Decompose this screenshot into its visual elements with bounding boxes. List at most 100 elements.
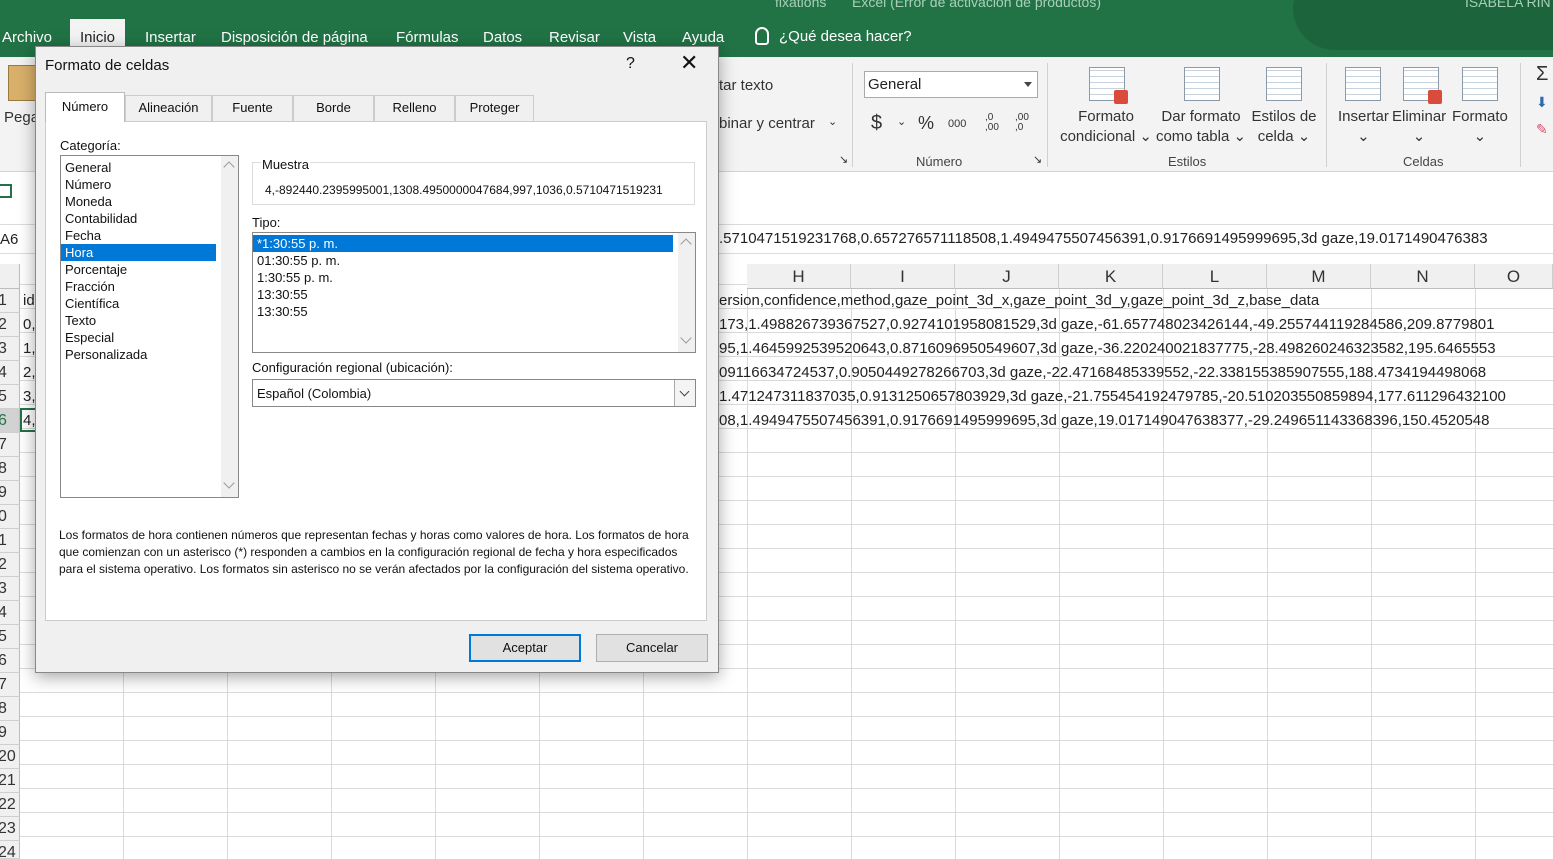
- row-header[interactable]: 20: [0, 745, 20, 769]
- type-item[interactable]: 13:30:55: [253, 303, 695, 320]
- paste-icon[interactable]: [8, 65, 38, 101]
- row-4-text[interactable]: 09116634724537,0.9050449278266703,3d gaz…: [719, 364, 1486, 381]
- row-header-selected[interactable]: 6: [0, 409, 20, 433]
- type-item[interactable]: 1:30:55 p. m.: [253, 269, 695, 286]
- eraser-icon[interactable]: ✎: [1536, 121, 1548, 138]
- list-item[interactable]: Moneda: [61, 193, 238, 210]
- row-header[interactable]: 1: [0, 529, 20, 553]
- close-icon[interactable]: ✕: [680, 52, 698, 74]
- chevron-down-icon[interactable]: [674, 380, 695, 406]
- list-item-selected[interactable]: Hora: [61, 244, 216, 261]
- type-item[interactable]: 01:30:55 p. m.: [253, 252, 695, 269]
- row-header[interactable]: 3: [0, 337, 20, 361]
- chevron-down-icon[interactable]: [223, 477, 235, 489]
- row-header[interactable]: 7: [0, 673, 20, 697]
- format-cells-icon[interactable]: [1462, 67, 1498, 101]
- tab-revisar[interactable]: Revisar: [549, 29, 600, 46]
- list-item[interactable]: Fracción: [61, 278, 238, 295]
- paste-label[interactable]: Pega: [4, 109, 39, 126]
- currency-button[interactable]: $: [871, 112, 882, 135]
- row-header[interactable]: 4: [0, 601, 20, 625]
- row-header[interactable]: 8: [0, 697, 20, 721]
- type-scrollbar[interactable]: [678, 233, 695, 352]
- cell-a1[interactable]: id: [23, 292, 35, 309]
- row-2-text[interactable]: 173,1.498826739367527,0.9274101958081529…: [719, 316, 1494, 333]
- thousands-button[interactable]: 000: [948, 118, 966, 130]
- tab-insertar[interactable]: Insertar: [145, 29, 196, 46]
- format-cells-button[interactable]: Formato ⌄: [1452, 107, 1508, 147]
- help-icon[interactable]: ?: [626, 55, 635, 73]
- row-header[interactable]: 1: [0, 289, 20, 313]
- fill-down-icon[interactable]: ⬇: [1536, 94, 1548, 111]
- column-header-h[interactable]: H: [747, 264, 851, 289]
- delete-cells-button[interactable]: Eliminar ⌄: [1392, 107, 1446, 147]
- type-list[interactable]: *1:30:55 p. m. 01:30:55 p. m. 1:30:55 p.…: [252, 232, 696, 353]
- tab-proteger[interactable]: Proteger: [455, 95, 534, 121]
- delete-cells-icon[interactable]: [1403, 67, 1442, 104]
- format-table-icon[interactable]: [1184, 67, 1220, 101]
- ok-button[interactable]: Aceptar: [469, 634, 581, 662]
- alignment-launcher-icon[interactable]: ↘: [839, 153, 848, 166]
- insert-cells-button[interactable]: Insertar ⌄: [1338, 107, 1389, 147]
- tab-vista[interactable]: Vista: [623, 29, 656, 46]
- cell-a4[interactable]: 2,: [23, 364, 36, 381]
- type-item-selected[interactable]: *1:30:55 p. m.: [253, 235, 673, 252]
- row-header[interactable]: 5: [0, 625, 20, 649]
- chevron-down-icon[interactable]: [680, 332, 692, 344]
- cell-styles-button[interactable]: Estilos de celda ⌄: [1250, 107, 1318, 147]
- row-header[interactable]: 8: [0, 457, 20, 481]
- list-item[interactable]: General: [61, 159, 238, 176]
- column-header-k[interactable]: K: [1059, 264, 1163, 289]
- insert-cells-icon[interactable]: [1345, 67, 1381, 101]
- number-format-select[interactable]: General: [864, 71, 1038, 98]
- row-header[interactable]: 2: [0, 553, 20, 577]
- column-header-o[interactable]: O: [1475, 264, 1553, 289]
- row-3-text[interactable]: 95,1.4645992539520643,0.8716096950549607…: [719, 340, 1496, 357]
- list-item[interactable]: Porcentaje: [61, 261, 238, 278]
- tab-formulas[interactable]: Fórmulas: [396, 29, 459, 46]
- list-item[interactable]: Personalizada: [61, 346, 238, 363]
- column-header-m[interactable]: M: [1267, 264, 1371, 289]
- column-header-l[interactable]: L: [1163, 264, 1267, 289]
- cell-a2[interactable]: 0,: [23, 316, 36, 333]
- tab-relleno[interactable]: Relleno: [374, 95, 455, 121]
- currency-dropdown-icon[interactable]: ⌄: [897, 115, 906, 128]
- row-5-text[interactable]: 1.471247311837035,0.9131250657803929,3d …: [719, 388, 1506, 405]
- tab-fuente[interactable]: Fuente: [212, 95, 293, 121]
- list-item[interactable]: Contabilidad: [61, 210, 238, 227]
- tell-me-box[interactable]: ¿Qué desea hacer?: [755, 27, 912, 45]
- tab-archivo[interactable]: Archivo: [2, 29, 52, 46]
- cancel-button[interactable]: Cancelar: [596, 634, 708, 662]
- row-header[interactable]: 5: [0, 385, 20, 409]
- row-header[interactable]: 3: [0, 577, 20, 601]
- decrease-decimal-button[interactable]: ,00 ,0: [1015, 113, 1035, 133]
- list-item[interactable]: Científica: [61, 295, 238, 312]
- merge-dropdown-icon[interactable]: ⌄: [828, 115, 837, 128]
- row-header[interactable]: 7: [0, 433, 20, 457]
- category-scrollbar[interactable]: [221, 156, 238, 497]
- number-launcher-icon[interactable]: ↘: [1033, 153, 1042, 166]
- column-header-i[interactable]: I: [851, 264, 955, 289]
- row-header[interactable]: 6: [0, 649, 20, 673]
- wrap-text-button[interactable]: tar texto: [719, 77, 773, 94]
- category-list[interactable]: General Número Moneda Contabilidad Fecha…: [60, 155, 239, 498]
- cell-a3[interactable]: 1,: [23, 340, 36, 357]
- conditional-format-button[interactable]: Formato condicional ⌄: [1060, 107, 1152, 147]
- row-header[interactable]: 0: [0, 505, 20, 529]
- column-header-j[interactable]: J: [955, 264, 1059, 289]
- cell-a5[interactable]: 3,: [23, 388, 36, 405]
- cell-styles-icon[interactable]: [1266, 67, 1302, 101]
- select-all-corner[interactable]: [0, 264, 20, 289]
- list-item[interactable]: Especial: [61, 329, 238, 346]
- column-header-n[interactable]: N: [1371, 264, 1475, 289]
- row-header[interactable]: 21: [0, 769, 20, 793]
- list-item[interactable]: Texto: [61, 312, 238, 329]
- tab-borde[interactable]: Borde: [293, 95, 374, 121]
- row-header[interactable]: 22: [0, 793, 20, 817]
- row-header[interactable]: 2: [0, 313, 20, 337]
- row-header[interactable]: 9: [0, 481, 20, 505]
- chevron-up-icon[interactable]: [223, 161, 235, 173]
- row-6-text[interactable]: 08,1.4949475507456391,0.9176691495999695…: [719, 412, 1490, 429]
- save-icon[interactable]: [0, 184, 12, 198]
- increase-decimal-button[interactable]: ,0 ,00: [985, 113, 1005, 133]
